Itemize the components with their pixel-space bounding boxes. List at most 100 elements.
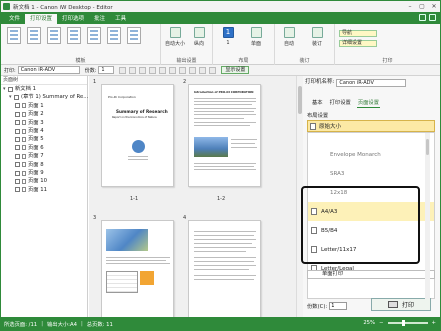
template-thumb-1[interactable] <box>7 27 21 44</box>
help-icon[interactable] <box>419 14 426 21</box>
auto-size-button[interactable]: 自动大小 <box>164 27 186 47</box>
copies-input[interactable]: 1 <box>98 66 115 74</box>
paper-list-scrollbar[interactable] <box>425 133 430 299</box>
tree-checkbox[interactable] <box>15 162 20 168</box>
maximize-button[interactable]: ▢ <box>416 1 428 12</box>
page-thumbnail-1[interactable]: Pro-Di Corporation Summary of Research R… <box>101 84 174 187</box>
zoom-control: 25% − + <box>363 320 436 326</box>
settings-icon[interactable] <box>209 66 217 74</box>
color-mode-button[interactable]: 自动 <box>278 27 300 47</box>
redo-icon[interactable] <box>139 66 147 74</box>
paper-size-option[interactable]: Envelope Monarch <box>308 145 434 164</box>
tree-checkbox[interactable] <box>15 170 20 176</box>
template-thumb-4[interactable] <box>67 27 81 44</box>
view-icon[interactable] <box>189 66 197 74</box>
navigation-button[interactable]: 导航 <box>339 30 377 37</box>
tree-checkbox[interactable] <box>15 178 20 184</box>
tab-file[interactable]: 文件 <box>4 14 25 24</box>
tree-item-label: 页面 1 <box>28 102 44 109</box>
tree-item[interactable]: 页面 9 <box>1 169 87 177</box>
minimize-button[interactable]: – <box>404 1 416 12</box>
options-icon[interactable] <box>429 14 436 21</box>
tree-item[interactable]: 页面 5 <box>1 135 87 143</box>
tree-checkbox[interactable] <box>15 187 20 193</box>
template-thumb-7[interactable] <box>127 27 141 44</box>
copies-panel-label: 份数(C): <box>307 304 328 310</box>
tab-page-settings[interactable]: 页面设置 <box>356 98 381 108</box>
page-thumbnail-4[interactable] <box>188 220 261 317</box>
tree-item[interactable]: 页面 6 <box>1 144 87 152</box>
n-up-button[interactable]: 1 1 <box>217 27 239 46</box>
paper-size-dropdown[interactable]: 原始大小 <box>307 120 435 132</box>
tab-tools[interactable]: 工具 <box>110 14 131 24</box>
tree-checkbox[interactable] <box>15 128 20 134</box>
print-icon[interactable] <box>119 66 127 74</box>
page-number: 4 <box>183 215 187 221</box>
tab-basic[interactable]: 基本 <box>311 98 324 108</box>
tree-checkbox[interactable] <box>15 145 20 151</box>
preview-scroll-thumb[interactable] <box>298 86 302 114</box>
printer-select[interactable]: Canon iR-ADV <box>17 66 80 74</box>
tree-item[interactable]: 页面 1 <box>1 102 87 110</box>
tab-annotation[interactable]: 批注 <box>89 14 110 24</box>
page-thumbnail-3[interactable] <box>101 220 174 317</box>
tree-item[interactable]: 页面 3 <box>1 119 87 127</box>
tab-print-settings[interactable]: 打印设置 <box>25 14 58 24</box>
show-settings-button[interactable]: 显示设置 <box>221 66 250 74</box>
tree-checkbox[interactable] <box>8 86 13 92</box>
paper-size-option[interactable]: SRA3 <box>308 164 434 183</box>
tree-item[interactable]: 页面 4 <box>1 127 87 135</box>
tree-item[interactable]: 页面 7 <box>1 152 87 160</box>
tree-item[interactable]: ▾ 新文档 1 <box>1 85 87 93</box>
tree-item-label: 页面 2 <box>28 111 44 118</box>
sided-button[interactable]: 单面 <box>245 27 267 47</box>
tree-checkbox[interactable] <box>14 95 19 101</box>
tree-item[interactable]: 页面 10 <box>1 177 87 185</box>
zoom-icon[interactable] <box>179 66 187 74</box>
tab-print-settings-panel[interactable]: 打印设置 <box>329 98 352 108</box>
auto-size-label: 自动大小 <box>164 41 185 47</box>
tree-item-label: 页面 4 <box>28 127 44 134</box>
detail-settings-button[interactable]: 详细设置 <box>339 40 377 47</box>
tree-checkbox[interactable] <box>15 153 20 159</box>
photo-image <box>194 137 228 157</box>
ribbon-group-label: 打印 <box>382 58 393 64</box>
template-thumb-5[interactable] <box>87 27 101 44</box>
tree-checkbox[interactable] <box>15 137 20 143</box>
move-up-icon[interactable] <box>159 66 167 74</box>
template-thumb-3[interactable] <box>47 27 61 44</box>
zoom-out-icon[interactable]: − <box>379 320 383 326</box>
template-thumb-6[interactable] <box>107 27 121 44</box>
move-down-icon[interactable] <box>169 66 177 74</box>
delete-icon[interactable] <box>149 66 157 74</box>
copies-panel-input[interactable] <box>329 302 348 310</box>
tree-checkbox[interactable] <box>15 120 20 126</box>
tree-checkbox[interactable] <box>15 111 20 117</box>
preview-area[interactable]: 1 Pro-Di Corporation Summary of Research… <box>89 76 296 317</box>
close-button[interactable]: ✕ <box>428 1 440 12</box>
page-icon <box>22 111 26 117</box>
sided-label: 单面 <box>250 41 261 47</box>
company-logo-icon <box>132 140 145 153</box>
grid-icon[interactable] <box>199 66 207 74</box>
tree-item[interactable]: ▾ (章节 1) Summary of Re... <box>1 93 88 101</box>
tree-item[interactable]: 页面 2 <box>1 110 87 118</box>
zoom-in-icon[interactable]: + <box>432 320 436 326</box>
template-thumb-2[interactable] <box>27 27 41 44</box>
tree-item[interactable]: 页面 11 <box>1 186 87 194</box>
page-thumbnail-2[interactable]: Introduction of PRO-DI CORPORATION <box>188 84 261 187</box>
zoom-slider[interactable] <box>387 320 428 326</box>
tab-print-options[interactable]: 打印选项 <box>57 14 89 24</box>
orientation-button[interactable]: 纵向 <box>188 27 210 47</box>
tree-item-label: 页面 7 <box>28 153 44 160</box>
tree-item[interactable]: 页面 8 <box>1 161 87 169</box>
print-button[interactable]: 打印 <box>371 298 431 311</box>
sided-dropdown[interactable]: 单面打印 <box>307 270 435 279</box>
staple-button[interactable]: 装订 <box>306 27 328 47</box>
app-logo-icon <box>3 3 10 10</box>
tree-checkbox[interactable] <box>15 103 20 109</box>
undo-icon[interactable] <box>129 66 137 74</box>
chart-image <box>140 271 154 285</box>
printer-name-select[interactable]: Canon iR-ADV <box>336 78 407 87</box>
paper-list-scroll-thumb[interactable] <box>426 139 429 155</box>
